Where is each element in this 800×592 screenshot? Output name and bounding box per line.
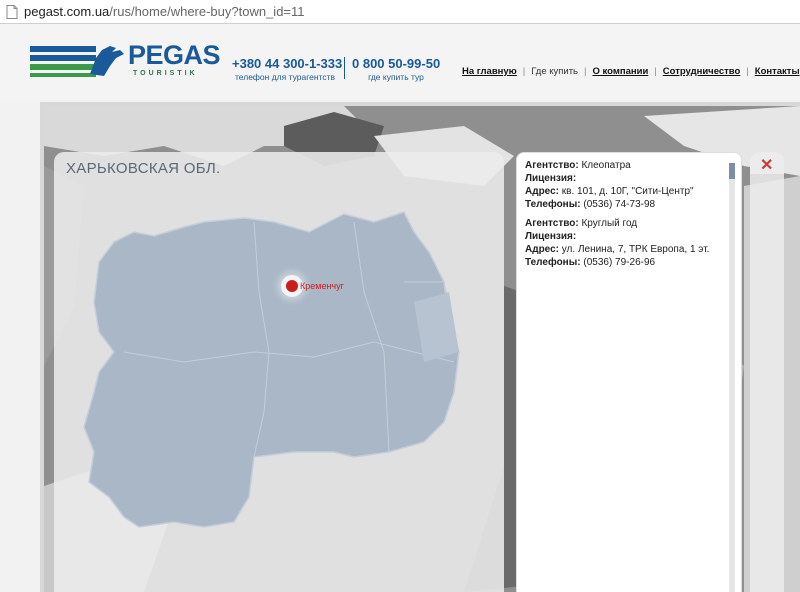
main-nav: На главную | Где купить | О компании | Сотрудн… — [462, 66, 800, 77]
region-shape[interactable] — [83, 211, 460, 528]
nav-about[interactable]: О компании — [592, 66, 648, 77]
agency-entry: Агентство: Клеопатра Лицензия: Адрес: кв… — [525, 160, 694, 210]
nav-where-buy: Где купить — [531, 66, 579, 77]
region-title: ХАРЬКОВСКАЯ ОБЛ. — [66, 160, 221, 177]
url-text[interactable]: pegast.com.ua/rus/home/where-buy?town_id… — [24, 4, 305, 19]
right-panel-strip — [750, 174, 784, 592]
site-header: PEGAS TOURISTIK +380 44 300-1-333 телефо… — [0, 24, 800, 100]
close-button[interactable]: ✕ — [750, 152, 784, 174]
hotline-phone: 0 800 50-99-50 где купить тур — [352, 56, 441, 82]
address-bar[interactable]: pegast.com.ua/rus/home/where-buy?town_id… — [0, 0, 800, 24]
page-icon — [6, 5, 18, 19]
agency-entry: Агентство: Круглый год Лицензия: Адрес: … — [525, 218, 710, 268]
agency-list-scrollbar[interactable] — [729, 163, 735, 592]
agency-list-panel: Агентство: Клеопатра Лицензия: Адрес: кв… — [516, 152, 742, 592]
region-map — [83, 211, 460, 528]
nav-cooperation[interactable]: Сотрудничество — [663, 66, 741, 77]
phone-divider — [344, 57, 345, 79]
scrollbar-thumb[interactable] — [729, 163, 735, 179]
city-label[interactable]: Кременчуг — [300, 281, 344, 291]
nav-home[interactable]: На главную — [462, 66, 517, 77]
logo-word: PEGAS — [128, 40, 221, 70]
logo-subtitle: TOURISTIK — [133, 70, 198, 77]
region-panel: ХАРЬКОВСКАЯ ОБЛ. Кременчуг — [54, 152, 504, 592]
agency-phone: +380 44 300-1-333 телефон для турагентст… — [232, 56, 343, 82]
logo-stripes-icon — [30, 46, 124, 77]
nav-contacts[interactable]: Контакты — [755, 66, 800, 77]
close-icon: ✕ — [760, 157, 774, 174]
map-area: ХАРЬКОВСКАЯ ОБЛ. Кременчуг Агентство: Кл… — [40, 102, 800, 592]
city-marker-icon[interactable] — [286, 280, 298, 292]
pegas-logo[interactable]: PEGAS TOURISTIK — [30, 40, 221, 86]
